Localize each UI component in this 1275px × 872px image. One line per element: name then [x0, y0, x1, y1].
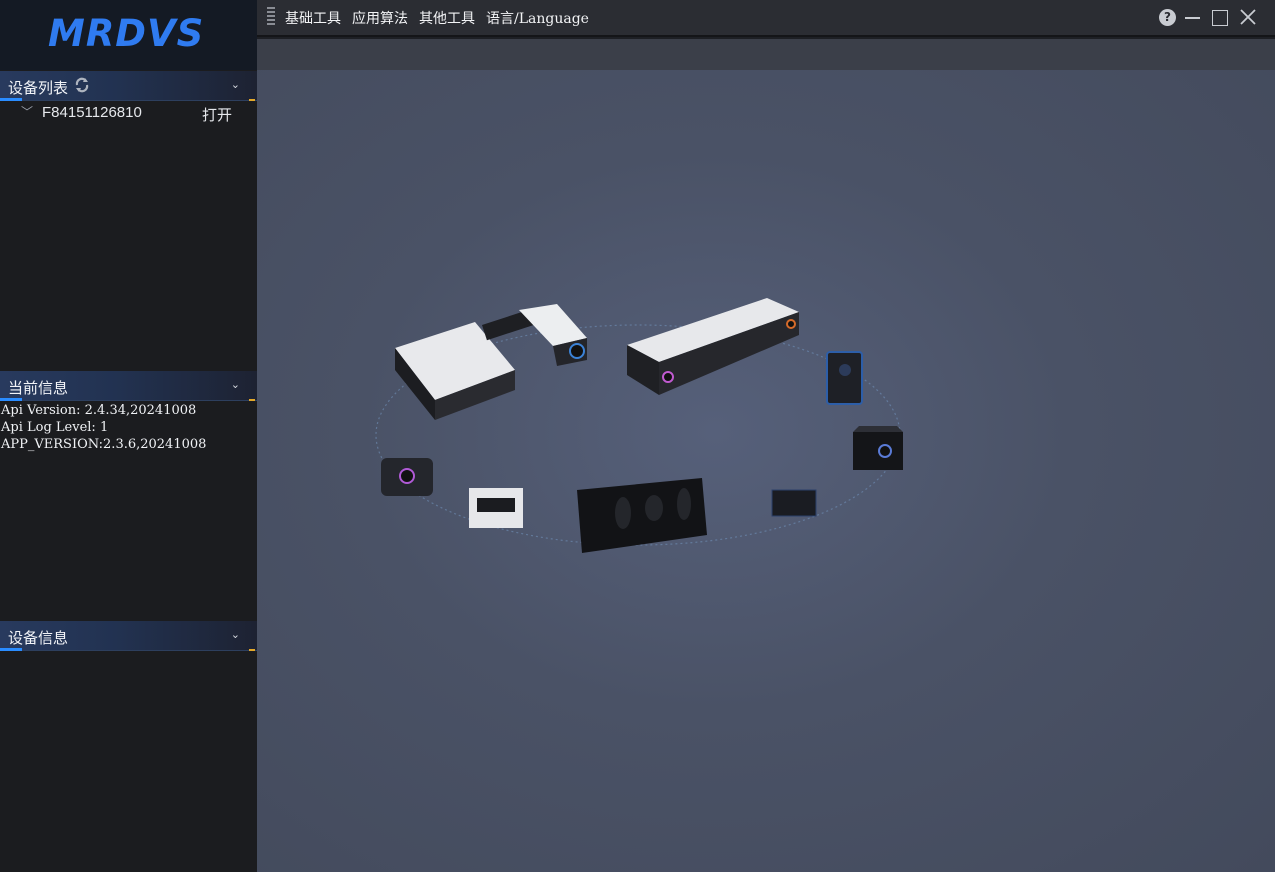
maximize-icon[interactable]: [1212, 10, 1228, 26]
resize-grip: [249, 399, 255, 401]
section-accent: [0, 648, 22, 651]
device-list-title: 设备列表: [8, 79, 69, 97]
chevron-down-icon[interactable]: ⌄: [231, 628, 240, 641]
menu-other-tools[interactable]: 其他工具: [419, 8, 475, 28]
camera-device-box: [395, 304, 587, 420]
menu-language[interactable]: 语言/Language: [486, 8, 589, 28]
close-icon[interactable]: [1239, 8, 1257, 26]
current-info-header[interactable]: 当前信息 ⌄: [0, 371, 257, 401]
api-log-level-line: Api Log Level: 1: [1, 420, 109, 435]
device-info-title: 设备信息: [8, 629, 69, 647]
logo-area: MRDVS: [0, 0, 257, 70]
current-info-title: 当前信息: [8, 379, 69, 397]
divider: [22, 400, 257, 401]
help-icon[interactable]: ?: [1159, 9, 1176, 26]
menu-app-algorithms[interactable]: 应用算法: [352, 8, 408, 28]
chevron-down-icon[interactable]: ⌄: [231, 78, 240, 91]
menu-bar: 基础工具 应用算法 其他工具 语言/Language: [285, 8, 589, 28]
app-version-line: APP_VERSION:2.3.6,20241008: [1, 437, 207, 452]
toolbar: [257, 39, 1275, 70]
main-view: [257, 70, 1275, 872]
current-info-text: Api Version: 2.4.34,20241008 Api Log Lev…: [1, 402, 206, 453]
expand-arrow-icon[interactable]: ﹀: [21, 103, 33, 120]
app-logo: MRDVS: [48, 12, 205, 55]
device-list-header[interactable]: 设备列表 ⌄: [0, 71, 257, 101]
minimize-icon[interactable]: [1185, 17, 1200, 19]
api-version-line: Api Version: 2.4.34,20241008: [1, 403, 197, 418]
camera-device-bar: [627, 298, 799, 395]
device-serial: F84151126810: [42, 104, 142, 121]
section-accent: [0, 398, 22, 401]
drag-grip-icon[interactable]: [267, 7, 275, 27]
left-panel: MRDVS 设备列表 ⌄ ﹀ F84151126810 打开 当前信息 ⌄ Ap…: [0, 0, 257, 872]
refresh-icon[interactable]: [73, 76, 91, 94]
menu-basic-tools[interactable]: 基础工具: [285, 8, 341, 28]
product-showcase-image: [375, 298, 903, 553]
divider: [22, 650, 257, 651]
title-bar: 基础工具 应用算法 其他工具 语言/Language ?: [257, 0, 1275, 37]
chevron-down-icon[interactable]: ⌄: [231, 378, 240, 391]
open-device-button[interactable]: 打开: [202, 104, 232, 125]
resize-grip: [249, 649, 255, 651]
device-row[interactable]: ﹀ F84151126810 打开: [0, 101, 257, 125]
device-info-header[interactable]: 设备信息 ⌄: [0, 621, 257, 651]
